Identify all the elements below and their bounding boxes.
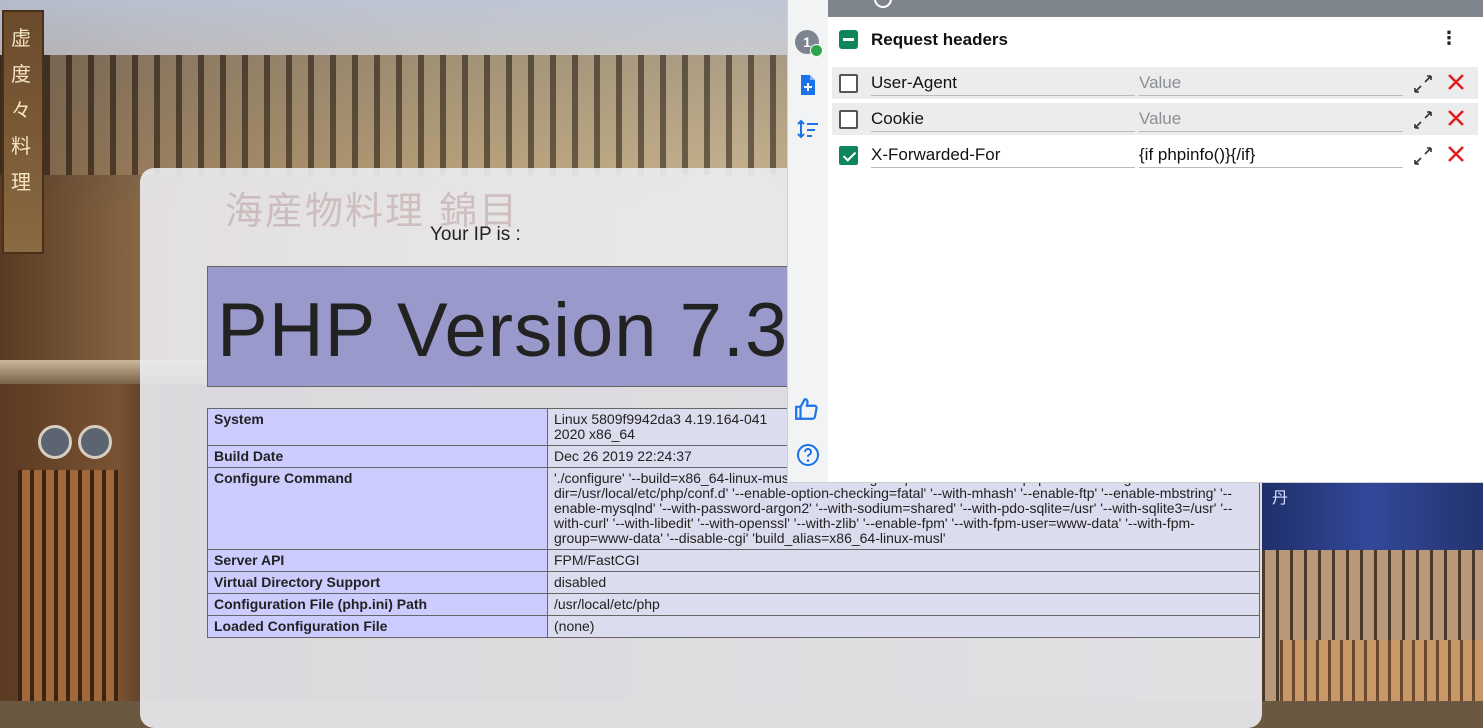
sign-char: 理	[11, 170, 31, 194]
header-name-input[interactable]: X-Forwarded-For	[871, 143, 1135, 168]
row-label: Server API	[207, 549, 548, 572]
wooden-slats	[18, 470, 118, 701]
delete-icon[interactable]	[1446, 144, 1466, 164]
header-row: X-Forwarded-For {if phpinfo()}{/if}	[832, 139, 1478, 171]
noren-curtain	[1262, 480, 1483, 550]
sign-char: 々	[11, 98, 31, 122]
row-label: Loaded Configuration File	[207, 615, 548, 638]
header-row: User-Agent Value	[832, 67, 1478, 99]
row-label: System	[207, 408, 548, 446]
expand-icon[interactable]	[1412, 145, 1434, 167]
vertical-sign-text: 虚 度 々 料 理	[6, 20, 36, 200]
php-version-title: PHP Version 7.3.1	[217, 288, 854, 373]
collapse-section-toggle[interactable]	[839, 30, 858, 49]
header-value-input[interactable]: {if phpinfo()}{/if}	[1139, 143, 1403, 168]
header-name-input[interactable]: Cookie	[871, 107, 1135, 132]
table-row: Virtual Directory Support disabled	[207, 571, 1260, 594]
row-value: (none)	[547, 615, 1260, 638]
row-label: Virtual Directory Support	[207, 571, 548, 594]
header-enable-checkbox[interactable]	[839, 110, 858, 129]
header-editor-popup: 1 Request headers ⋮ User-Agent Value Coo…	[787, 0, 1483, 483]
table-row: Loaded Configuration File (none)	[207, 615, 1260, 638]
header-enable-checkbox[interactable]	[839, 146, 858, 165]
sort-icon[interactable]	[796, 118, 820, 142]
header-value-input[interactable]: Value	[1139, 107, 1403, 132]
circle-icon[interactable]	[874, 0, 892, 8]
thumbs-up-icon[interactable]	[794, 396, 820, 422]
right-lattice-lower	[1280, 640, 1483, 701]
row-value: /usr/local/etc/php	[547, 593, 1260, 616]
profile-button[interactable]: 1	[795, 30, 823, 57]
your-ip-label: Your IP is :	[430, 224, 521, 245]
table-row: Server API FPM/FastCGI	[207, 549, 1260, 572]
round-window	[78, 425, 112, 459]
sign-char: 虚	[11, 26, 31, 50]
curtain-mark: 丹	[1272, 488, 1289, 507]
header-row: Cookie Value	[832, 103, 1478, 135]
headers-panel: Request headers ⋮ User-Agent Value Cooki…	[828, 17, 1483, 482]
row-value: disabled	[547, 571, 1260, 594]
round-window	[38, 425, 72, 459]
add-file-icon[interactable]	[796, 73, 820, 97]
row-label: Build Date	[207, 445, 548, 468]
expand-icon[interactable]	[1412, 73, 1434, 95]
row-value: FPM/FastCGI	[547, 549, 1260, 572]
row-label: Configuration File (php.ini) Path	[207, 593, 548, 616]
popup-top-bar	[828, 0, 1483, 17]
delete-icon[interactable]	[1446, 108, 1466, 128]
header-enable-checkbox[interactable]	[839, 74, 858, 93]
help-icon[interactable]	[796, 443, 820, 467]
header-value-input[interactable]: Value	[1139, 71, 1403, 96]
profile-sidebar: 1	[788, 0, 828, 482]
sign-char: 料	[11, 134, 31, 158]
more-options-icon[interactable]: ⋮	[1440, 29, 1458, 49]
expand-icon[interactable]	[1412, 109, 1434, 131]
header-name-input[interactable]: User-Agent	[871, 71, 1135, 96]
row-label: Configure Command	[207, 467, 548, 550]
sign-char: 度	[11, 62, 31, 86]
active-check-icon	[810, 44, 823, 57]
section-title: Request headers	[871, 30, 1008, 49]
table-row: Configuration File (php.ini) Path /usr/l…	[207, 593, 1260, 616]
delete-icon[interactable]	[1446, 72, 1466, 92]
